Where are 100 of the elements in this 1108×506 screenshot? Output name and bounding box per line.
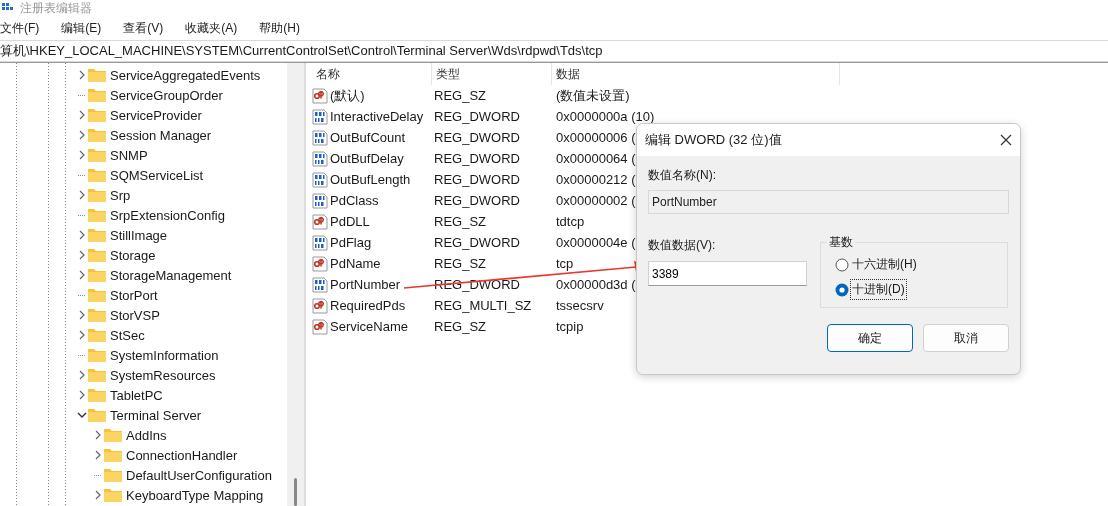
chevron-right-icon[interactable] [77, 370, 87, 380]
value-type: REG_SZ [433, 319, 487, 334]
value-name[interactable]: InteractiveDelay [330, 109, 424, 124]
binary-value-icon [312, 108, 328, 125]
tree-item[interactable]: SrpExtensionConfig [110, 207, 225, 223]
folder-icon [88, 328, 106, 342]
radio-label[interactable]: 十进制(D) [851, 280, 906, 299]
value-data: 0x0000000a (10) [555, 109, 655, 124]
tree-item[interactable]: DefaultUserConfiguration [126, 467, 272, 483]
value-name[interactable]: PdFlag [330, 235, 372, 250]
value-name[interactable]: PdDLL [330, 214, 370, 229]
string-value-icon [312, 318, 328, 335]
tree-item[interactable]: KeyboardType Mapping [126, 487, 264, 503]
ok-button[interactable]: 确定 [827, 324, 913, 352]
folder-icon [88, 108, 106, 122]
tree-item[interactable]: StSec [110, 327, 145, 343]
radio-button[interactable] [835, 282, 849, 297]
column-header[interactable]: 类型 [432, 63, 552, 85]
tree-item[interactable]: SNMP [110, 147, 148, 163]
value-type: REG_DWORD [433, 235, 521, 250]
value-data: tcp [555, 256, 574, 271]
tree-item[interactable]: StorVSP [110, 307, 160, 323]
chevron-right-icon[interactable] [77, 250, 87, 260]
chevron-right-icon[interactable] [77, 110, 87, 120]
folder-icon [88, 188, 106, 202]
tree-item[interactable]: Storage [110, 247, 156, 263]
binary-value-icon [312, 192, 328, 209]
tree-item[interactable]: ConnectionHandler [126, 447, 238, 463]
folder-icon [88, 408, 106, 422]
tree-item[interactable]: SystemInformation [110, 347, 219, 363]
value-name[interactable]: ServiceName [330, 319, 409, 334]
chevron-right-icon[interactable] [93, 430, 103, 440]
value-name[interactable]: OutBufCount [330, 130, 406, 145]
value-data: tcpip [555, 319, 584, 334]
menu-item[interactable]: 收藏夹(A) [182, 17, 241, 39]
string-value-icon [312, 213, 328, 230]
menu-item[interactable]: 文件(F) [0, 17, 43, 39]
chevron-right-icon[interactable] [77, 310, 87, 320]
address-field[interactable]: 算机\HKEY_LOCAL_MACHINE\SYSTEM\CurrentControlSet\Control\Terminal Server\Wds\rdpwd\Tds\tcp [0, 42, 603, 60]
folder-icon [104, 448, 122, 462]
binary-value-icon [312, 150, 328, 167]
chevron-right-icon[interactable] [77, 130, 87, 140]
value-name[interactable]: PdName [330, 256, 381, 271]
value-name[interactable]: (默认) [330, 86, 365, 105]
folder-icon [88, 168, 106, 182]
value-data: tssecsrv [555, 298, 604, 313]
value-name[interactable]: PortNumber [330, 277, 401, 292]
scrollbar-thumb[interactable] [294, 478, 297, 506]
column-header[interactable]: 数据 [552, 63, 840, 85]
field-label: 数值数据(V): [648, 236, 717, 254]
value-name[interactable]: RequiredPds [330, 298, 406, 313]
folder-icon [88, 308, 106, 322]
value-type: REG_DWORD [433, 151, 521, 166]
folder-icon [88, 228, 106, 242]
value-type: REG_DWORD [433, 172, 521, 187]
string-value-icon [312, 297, 328, 314]
tree-item[interactable]: SQMServiceList [110, 167, 204, 183]
value-name[interactable]: OutBufDelay [330, 151, 404, 166]
chevron-right-icon[interactable] [77, 390, 87, 400]
value-name-field[interactable]: PortNumber [648, 190, 1009, 214]
cancel-button[interactable]: 取消 [923, 324, 1009, 352]
value-name[interactable]: PdClass [330, 193, 379, 208]
radio-label[interactable]: 十六进制(H) [851, 255, 918, 274]
value-type: REG_SZ [433, 256, 487, 271]
radio-button[interactable] [835, 257, 849, 272]
menu-item[interactable]: 查看(V) [120, 17, 167, 39]
chevron-right-icon[interactable] [93, 490, 103, 500]
tree-item[interactable]: Session Manager [110, 127, 212, 143]
tree-item[interactable]: StorPort [110, 287, 158, 303]
menu-item[interactable]: 编辑(E) [58, 17, 105, 39]
tree-item[interactable]: TabletPC [110, 387, 163, 403]
value-data-field[interactable]: 3389 [648, 261, 807, 286]
tree-item[interactable]: ServiceAggregatedEvents [110, 67, 261, 83]
chevron-right-icon[interactable] [93, 450, 103, 460]
value-type: REG_MULTI_SZ [433, 298, 533, 313]
chevron-right-icon[interactable] [77, 230, 87, 240]
close-icon[interactable] [1000, 134, 1012, 146]
tree-item[interactable]: StillImage [110, 227, 168, 243]
tree-item[interactable]: SystemResources [110, 367, 216, 383]
value-name[interactable]: OutBufLength [330, 172, 411, 187]
folder-icon [104, 428, 122, 442]
chevron-right-icon[interactable] [77, 190, 87, 200]
menu-item[interactable]: 帮助(H) [256, 17, 303, 39]
chevron-right-icon[interactable] [77, 270, 87, 280]
value-type: REG_DWORD [433, 277, 521, 292]
tree-item[interactable]: Srp [110, 187, 131, 203]
column-header[interactable]: 名称 [312, 63, 432, 85]
tree-item[interactable]: Terminal Server [110, 407, 202, 423]
value-type: REG_DWORD [433, 130, 521, 145]
tree-item[interactable]: StorageManagement [110, 267, 232, 283]
chevron-right-icon[interactable] [77, 330, 87, 340]
value-data: 0x00000002 ( [555, 193, 636, 208]
tree-item[interactable]: ServiceProvider [110, 107, 202, 123]
tree-item[interactable]: ServiceGroupOrder [110, 87, 223, 103]
chevron-right-icon[interactable] [77, 70, 87, 80]
folder-icon [88, 388, 106, 402]
chevron-down-icon[interactable] [77, 410, 87, 420]
chevron-right-icon[interactable] [77, 150, 87, 160]
binary-value-icon [312, 234, 328, 251]
tree-item[interactable]: AddIns [126, 427, 167, 443]
